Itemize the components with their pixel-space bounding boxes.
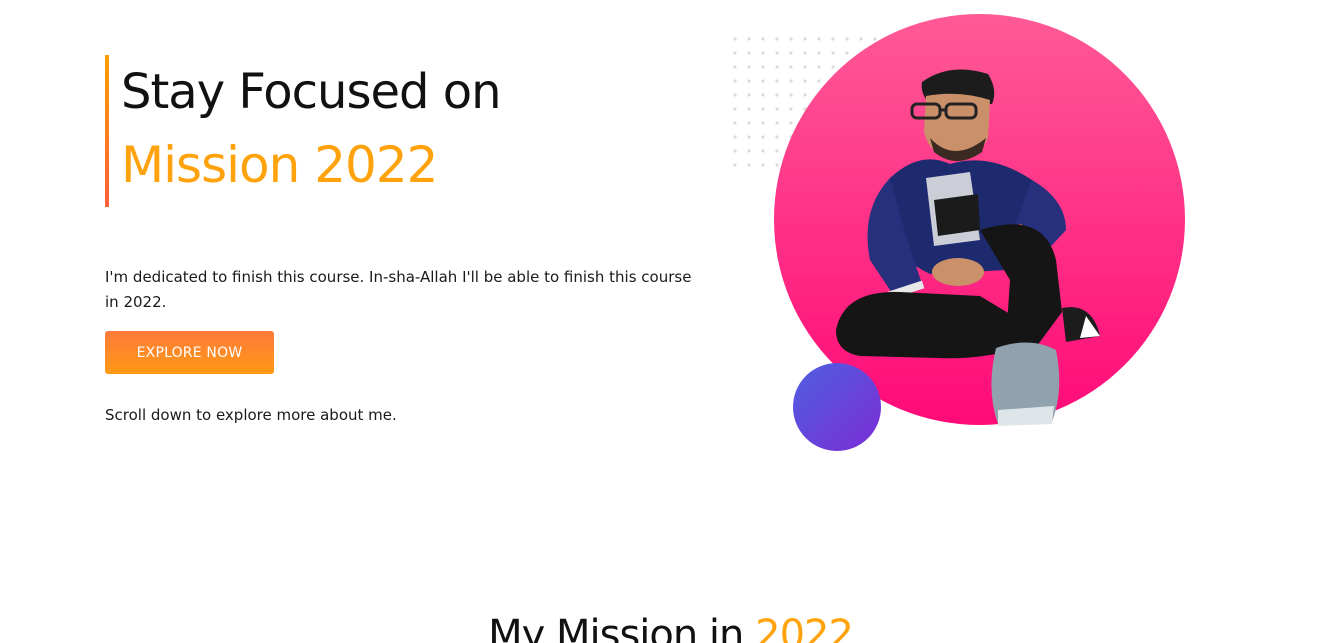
hero-title-line2: Mission 2022: [121, 136, 438, 194]
explore-now-button[interactable]: EXPLORE NOW: [105, 331, 274, 374]
profile-photo: [836, 69, 1100, 426]
mission-section-title: My Mission in 2022: [0, 612, 1341, 643]
decorative-purple-circle: [793, 363, 881, 451]
hero-description: I'm dedicated to finish this course. In-…: [105, 268, 692, 311]
hero-headline: Stay Focused on Mission 2022: [105, 55, 501, 207]
hero-title-line1: Stay Focused on: [121, 64, 501, 120]
scroll-down-note: Scroll down to explore more about me.: [105, 406, 397, 424]
landing-page: Stay Focused on Mission 2022 I'm dedicat…: [0, 0, 1341, 643]
mission-title-prefix: My Mission in: [488, 612, 744, 643]
mission-title-year: 2022: [755, 612, 854, 643]
